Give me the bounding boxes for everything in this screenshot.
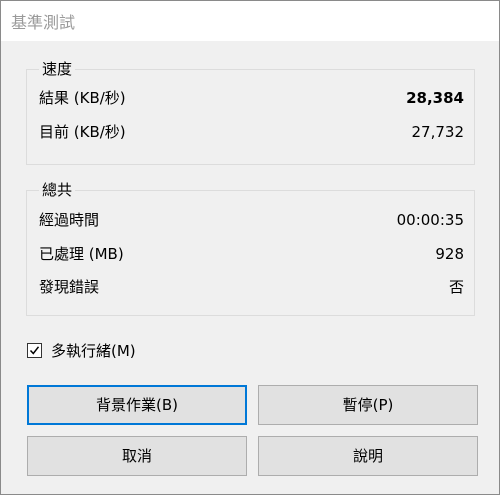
- speed-group-label: 速度: [39, 58, 76, 80]
- elapsed-row: 經過時間 00:00:35: [39, 208, 464, 232]
- processed-value: 928: [435, 245, 464, 263]
- errors-row: 發現錯誤 否: [39, 275, 464, 299]
- speed-group: 速度 結果 (KB/秒) 28,384 目前 (KB/秒) 27,732: [26, 58, 475, 165]
- total-group-label: 總共: [39, 179, 76, 201]
- current-row: 目前 (KB/秒) 27,732: [39, 120, 464, 144]
- background-button[interactable]: 背景作業(B): [27, 385, 247, 425]
- elapsed-value: 00:00:35: [396, 211, 464, 229]
- processed-label: 已處理 (MB): [39, 245, 124, 263]
- current-value: 27,732: [411, 123, 465, 141]
- result-label: 結果 (KB/秒): [39, 89, 126, 107]
- checkmark-icon: [29, 346, 40, 355]
- errors-value: 否: [448, 278, 464, 296]
- result-row: 結果 (KB/秒) 28,384: [39, 86, 464, 110]
- benchmark-dialog: 基準測試 速度 結果 (KB/秒) 28,384 目前 (KB/秒) 27,73…: [0, 0, 500, 495]
- window-title: 基準測試: [11, 13, 76, 32]
- errors-label: 發現錯誤: [39, 278, 100, 296]
- elapsed-label: 經過時間: [39, 211, 100, 229]
- total-group: 總共 經過時間 00:00:35 已處理 (MB) 928 發現錯誤 否: [26, 179, 475, 316]
- pause-button[interactable]: 暫停(P): [258, 385, 478, 425]
- multithread-checkbox[interactable]: [27, 343, 42, 358]
- cancel-button[interactable]: 取消: [27, 436, 247, 476]
- title-bar[interactable]: 基準測試: [1, 1, 499, 41]
- result-value: 28,384: [406, 89, 464, 107]
- processed-row: 已處理 (MB) 928: [39, 242, 464, 266]
- multithread-label: 多執行緒(M): [51, 342, 136, 360]
- current-label: 目前 (KB/秒): [39, 123, 126, 141]
- help-button[interactable]: 說明: [258, 436, 478, 476]
